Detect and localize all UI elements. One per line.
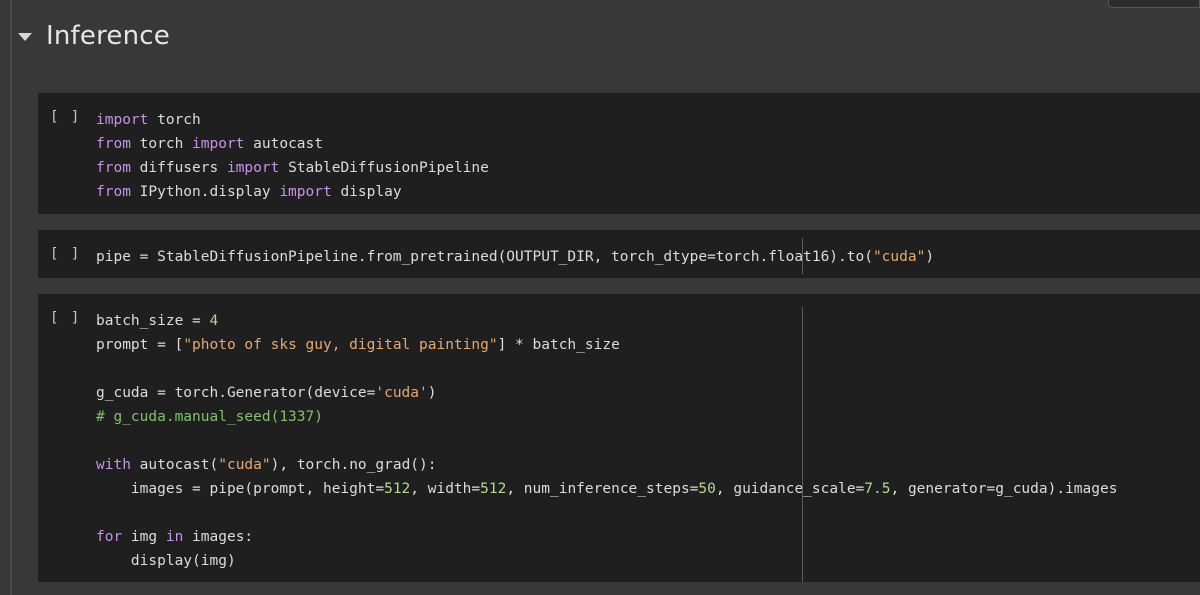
code-text: display xyxy=(331,184,402,200)
run-cell-button[interactable]: [ ] xyxy=(50,109,81,125)
code-text: StableDiffusionPipeline xyxy=(279,160,489,176)
section-title: Inference xyxy=(46,21,170,51)
code-text: ) xyxy=(427,385,437,401)
code-line: prompt = ["photo of sks guy, digital pai… xyxy=(96,337,620,353)
code-number: 4 xyxy=(209,313,219,329)
run-cell-button[interactable]: [ ] xyxy=(50,310,81,326)
code-line: from torch import autocast xyxy=(96,136,323,152)
code-text: diffusers xyxy=(130,160,227,176)
code-line: for img in images: xyxy=(96,529,253,545)
code-line: from diffusers import StableDiffusionPip… xyxy=(96,160,489,176)
code-text: autocast( xyxy=(130,457,219,473)
code-text: g_cuda = torch.Generator(device= xyxy=(96,385,376,401)
code-keyword: from xyxy=(96,136,131,152)
code-editor[interactable]: import torch from torch import autocast … xyxy=(96,108,489,204)
column-ruler xyxy=(802,307,803,582)
code-keyword: import xyxy=(96,112,149,128)
code-string: "cuda" xyxy=(218,457,271,473)
code-cell[interactable]: [ ] import torch from torch import autoc… xyxy=(38,93,1200,214)
run-cell-button[interactable]: [ ] xyxy=(50,246,81,262)
code-line: images = pipe(prompt, height=512, width=… xyxy=(96,481,1118,497)
code-text: autocast xyxy=(244,136,323,152)
code-string: "cuda" xyxy=(872,249,926,265)
code-keyword: import xyxy=(279,184,332,200)
code-line: pipe = StableDiffusionPipeline.from_pret… xyxy=(96,249,934,265)
code-text: batch_size = xyxy=(96,313,210,329)
code-cell[interactable]: [ ] batch_size = 4 prompt = ["photo of s… xyxy=(38,294,1200,582)
code-line: import torch xyxy=(96,112,201,128)
code-string: 'cuda' xyxy=(375,385,428,401)
code-text: , guidance_scale= xyxy=(715,481,865,497)
code-text: images = pipe(prompt, height= xyxy=(96,481,385,497)
code-line: # g_cuda.manual_seed(1337) xyxy=(96,409,323,425)
collapse-caret-icon[interactable] xyxy=(18,33,32,41)
code-text: torch xyxy=(130,136,193,152)
code-number: 512 xyxy=(384,481,411,497)
code-text: prompt = [ xyxy=(96,337,184,353)
code-text: ] * batch_size xyxy=(497,337,620,353)
code-text: pipe = StableDiffusionPipeline.from_pret… xyxy=(96,249,873,265)
code-number: 50 xyxy=(698,481,716,497)
code-keyword: with xyxy=(96,457,131,473)
column-ruler xyxy=(802,238,803,274)
code-keyword: import xyxy=(192,136,245,152)
code-number: 7.5 xyxy=(864,481,891,497)
code-keyword: from xyxy=(96,160,131,176)
code-line: g_cuda = torch.Generator(device='cuda') xyxy=(96,385,436,401)
code-line: display(img) xyxy=(96,553,236,569)
code-text: torch xyxy=(148,112,201,128)
code-text: ), torch.no_grad(): xyxy=(270,457,437,473)
code-keyword: from xyxy=(96,184,131,200)
code-text: display(img) xyxy=(96,553,236,569)
code-line: from IPython.display import display xyxy=(96,184,402,200)
code-text: , width= xyxy=(410,481,481,497)
code-text: IPython.display xyxy=(130,184,280,200)
code-text: images: xyxy=(183,529,254,545)
section-header[interactable]: Inference xyxy=(18,14,170,58)
code-number: 512 xyxy=(480,481,507,497)
code-line: with autocast("cuda"), torch.no_grad(): xyxy=(96,457,437,473)
code-text: , generator=g_cuda).images xyxy=(890,481,1118,497)
toolbar-widget[interactable] xyxy=(1108,0,1200,8)
left-gutter xyxy=(10,0,12,595)
code-text: ) xyxy=(925,249,935,265)
code-line: batch_size = 4 xyxy=(96,313,218,329)
code-keyword: in xyxy=(165,529,184,545)
code-string: "photo of sks guy, digital painting" xyxy=(183,337,498,353)
code-keyword: import xyxy=(226,160,280,176)
code-keyword: for xyxy=(96,529,123,545)
code-text: img xyxy=(122,529,166,545)
code-editor[interactable]: batch_size = 4 prompt = ["photo of sks g… xyxy=(96,309,1117,573)
code-cell[interactable]: [ ] pipe = StableDiffusionPipeline.from_… xyxy=(38,230,1200,278)
code-comment: # g_cuda.manual_seed(1337) xyxy=(96,409,323,425)
code-editor[interactable]: pipe = StableDiffusionPipeline.from_pret… xyxy=(96,245,934,269)
code-text: , num_inference_steps= xyxy=(506,481,699,497)
